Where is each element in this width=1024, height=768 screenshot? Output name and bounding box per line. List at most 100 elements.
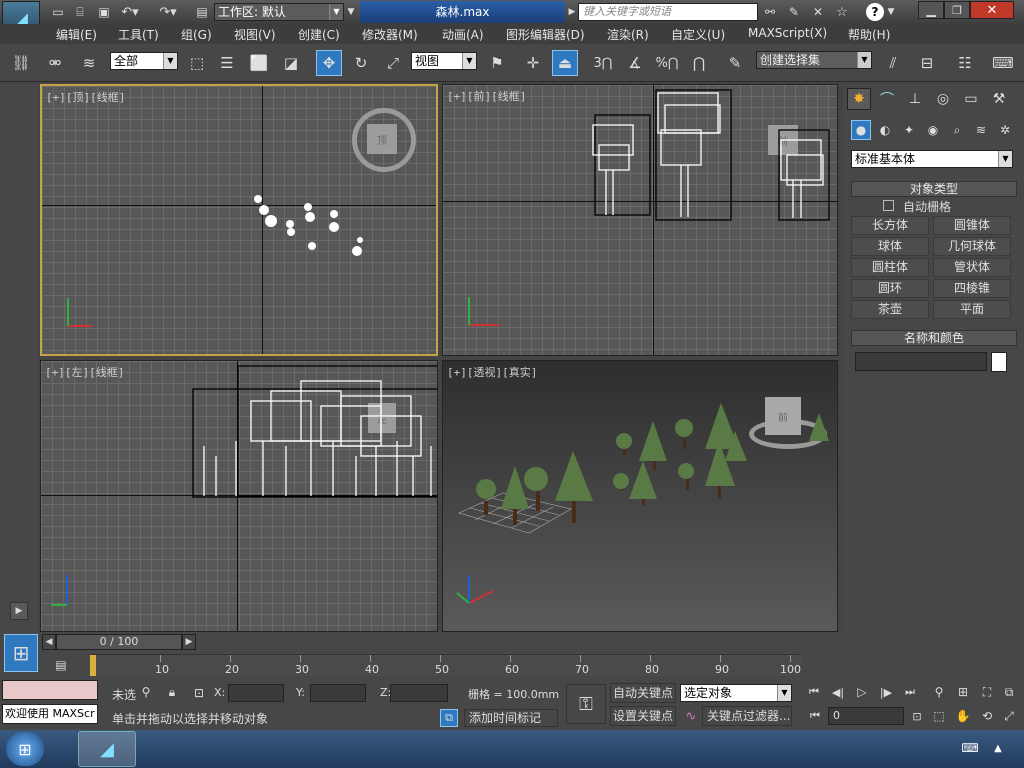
select-move-icon[interactable]: ✥ (316, 50, 342, 76)
zoom-all-icon[interactable]: ⊞ (954, 684, 972, 700)
hierarchy-tab-icon[interactable]: ⊥ (903, 88, 927, 110)
goto-start-icon[interactable]: ⏮ (804, 684, 824, 700)
geometry-icon[interactable]: ● (851, 120, 871, 140)
keyboard-tray-icon[interactable]: ⌨ (960, 740, 980, 756)
viewport-front-label[interactable]: [+][前][线框] (447, 88, 526, 104)
select-scale-icon[interactable]: ⤢ (380, 50, 406, 76)
key-mode-dropdown[interactable]: 选定对象 ▼ (680, 684, 792, 702)
shapes-icon[interactable]: ◐ (875, 120, 895, 140)
expand-panel-icon[interactable]: ▶ (10, 602, 28, 620)
percent-snap-icon[interactable]: % ⋂ (654, 50, 680, 76)
torus-button[interactable]: 圆环 (851, 279, 929, 298)
space-warps-icon[interactable]: ≋ (971, 120, 991, 140)
geosphere-button[interactable]: 几何球体 (933, 237, 1011, 256)
manipulate-icon[interactable]: ✛ (520, 50, 546, 76)
save-file-icon[interactable]: ▣ (96, 4, 112, 20)
pivot-point-icon[interactable]: ⚑ (484, 50, 510, 76)
maxscript-output[interactable]: 欢迎使用 MAXScr (2, 704, 98, 724)
maxscript-listener-mini[interactable] (2, 680, 98, 700)
goto-end-icon[interactable]: ⏭ (900, 684, 920, 700)
redo-icon[interactable]: ↷▾ (158, 4, 178, 20)
menu-create[interactable]: 创建(C) (298, 26, 340, 43)
object-type-rollout-header[interactable]: 对象类型 (851, 181, 1017, 197)
lights-icon[interactable]: ✦ (899, 120, 919, 140)
zoom-extents-all-icon[interactable]: ⧉ (1000, 684, 1018, 700)
cylinder-button[interactable]: 圆柱体 (851, 258, 929, 277)
unlink-icon[interactable]: ⚮ (42, 50, 68, 76)
auto-key-button[interactable]: 自动关键点 (610, 683, 676, 703)
box-button[interactable]: 长方体 (851, 216, 929, 235)
subscription-icon[interactable]: ✎ (786, 4, 802, 20)
select-object-icon[interactable]: ⬚ (184, 50, 210, 76)
plane-button[interactable]: 平面 (933, 300, 1011, 319)
taskbar-max-app[interactable]: ◢ (78, 731, 136, 767)
cameras-icon[interactable]: ◉ (923, 120, 943, 140)
display-tab-icon[interactable]: ▭ (959, 88, 983, 110)
tube-button[interactable]: 管状体 (933, 258, 1011, 277)
field-of-view-icon[interactable]: ⬚ (930, 708, 948, 724)
current-frame-input[interactable]: 0 (828, 707, 904, 725)
x-coordinate-input[interactable] (228, 684, 284, 702)
viewport-layout-icon[interactable]: ⊞ (4, 634, 38, 672)
workspace-dropdown[interactable]: 工作区: 默认 ▼ (214, 3, 344, 21)
z-coordinate-input[interactable] (390, 684, 448, 702)
maximize-viewport-icon[interactable]: ⤢ (1000, 708, 1018, 724)
utilities-tab-icon[interactable]: ⚒ (987, 88, 1011, 110)
viewport-front[interactable]: [+][前][线框] 前 (442, 84, 838, 356)
time-prev-icon[interactable]: ◀ (42, 634, 56, 650)
select-rotate-icon[interactable]: ↻ (348, 50, 374, 76)
primitive-category-dropdown[interactable]: 标准基本体 ▼ (851, 150, 1013, 168)
trackbar[interactable]: 10 20 30 40 50 60 70 80 90 100 (90, 654, 802, 677)
start-button[interactable]: ⊞ (6, 732, 44, 766)
menu-animation[interactable]: 动画(A) (442, 26, 484, 43)
render-setup-icon[interactable]: ⌨ (990, 50, 1016, 76)
add-time-tag-button[interactable]: 添加时间标记 (464, 709, 558, 727)
snaps-toggle-icon[interactable]: 3 ⋂ (590, 50, 616, 76)
autogrid-checkbox[interactable] (883, 200, 894, 211)
project-folder-icon[interactable]: ▤ (194, 4, 210, 20)
spinner-snap-icon[interactable]: ⋂ (686, 50, 712, 76)
trackbar-playhead[interactable] (90, 655, 96, 677)
help-dropdown-icon[interactable]: ▼ (886, 4, 896, 20)
menu-help[interactable]: 帮助(H) (848, 26, 890, 43)
quick-access-dropdown-icon[interactable]: ▼ (346, 4, 356, 20)
menu-edit[interactable]: 编辑(E) (56, 26, 97, 43)
menu-group[interactable]: 组(G) (181, 26, 212, 43)
link-icon[interactable]: ⛓ (8, 50, 34, 76)
viewport-top[interactable]: [+][顶][线框] 顶 (40, 84, 438, 356)
edit-named-selection-icon[interactable]: ✎ (722, 50, 748, 76)
favorites-star-icon[interactable]: ☆ (834, 4, 850, 20)
modify-tab-icon[interactable]: ⌒ (875, 88, 899, 110)
keyboard-shortcut-override-icon[interactable]: ⏏ (552, 50, 578, 76)
time-slider[interactable]: 0 / 100 (56, 634, 182, 650)
pan-icon[interactable]: ✋ (954, 708, 972, 724)
set-key-button[interactable]: 设置关键点 (610, 706, 676, 726)
menu-views[interactable]: 视图(V) (234, 26, 276, 43)
menu-graph-editors[interactable]: 图形编辑器(D) (506, 26, 585, 43)
time-config-icon[interactable]: ⊡ (908, 708, 926, 724)
search-input[interactable]: 键入关键字或短语 (578, 3, 758, 21)
key-mode-toggle-icon[interactable]: ⏮ (806, 708, 824, 724)
restore-button[interactable]: ❐ (944, 1, 970, 19)
set-key-icon[interactable]: ⚿ (566, 684, 606, 724)
absolute-mode-icon[interactable]: ⊡ (190, 684, 208, 702)
zoom-icon[interactable]: ⚲ (930, 684, 948, 700)
create-tab-icon[interactable]: ✸ (847, 88, 871, 110)
viewport-left-label[interactable]: [+][左][线框] (45, 364, 124, 380)
binoculars-icon[interactable]: ⚯ (762, 4, 778, 20)
lock-selection-icon[interactable]: 🔒︎ (164, 684, 180, 700)
menu-customize[interactable]: 自定义(U) (671, 26, 725, 43)
isolate-selection-icon[interactable]: ⧉ (440, 709, 458, 727)
menu-modifiers[interactable]: 修改器(M) (362, 26, 418, 43)
viewport-perspective[interactable]: [+][透视][真实] 前 (442, 360, 838, 632)
key-filters-button[interactable]: 关键点过滤器... (702, 706, 792, 726)
cone-button[interactable]: 圆锥体 (933, 216, 1011, 235)
prev-frame-icon[interactable]: ◀| (828, 684, 848, 700)
curve-editor-icon[interactable]: ▤ (50, 656, 72, 674)
motion-tab-icon[interactable]: ◎ (931, 88, 955, 110)
communication-icon[interactable]: ✕ (810, 4, 826, 20)
pyramid-button[interactable]: 四棱锥 (933, 279, 1011, 298)
time-next-icon[interactable]: ▶ (182, 634, 196, 650)
expand-search-icon[interactable]: ▶ (567, 4, 577, 20)
rect-selection-region-icon[interactable]: ⬜ (246, 50, 272, 76)
